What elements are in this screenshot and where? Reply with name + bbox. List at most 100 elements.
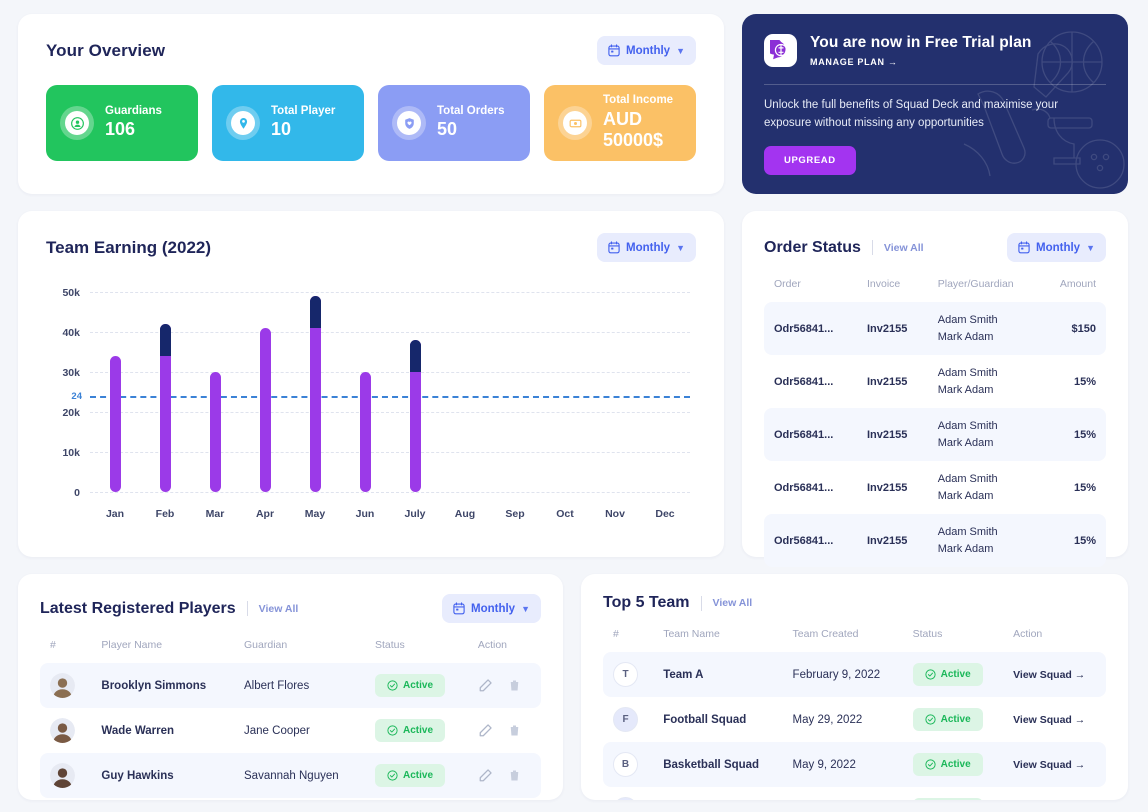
trash-icon[interactable] [507, 678, 522, 693]
table-row[interactable]: Active View Squad → [603, 787, 1106, 800]
bottom-row: Latest Registered Players View All Month… [18, 574, 1130, 800]
action-cell: View Squad → [1003, 787, 1106, 800]
chart-bar-segment-extra [409, 340, 421, 372]
chart-bar[interactable] [259, 328, 271, 492]
table-row[interactable]: Guy Hawkins Savannah Nguyen Active [40, 753, 541, 798]
invoice-cell: Inv2155 [866, 481, 908, 494]
order-status-view-all-link[interactable]: View All [884, 242, 924, 254]
table-row[interactable]: Odr56841... Inv2155 Adam Smith Mark Adam 15% [764, 408, 1106, 461]
chart-bar[interactable] [159, 324, 171, 492]
overview-period-selector[interactable]: Monthly ▼ [597, 36, 696, 65]
calendar-icon [453, 602, 465, 615]
calendar-icon [1018, 241, 1030, 254]
order-id-cell: Odr56841... [774, 375, 834, 388]
players-table: # Player Name Guardian Status Action Brookly… [40, 623, 541, 800]
chart-bar-column: Jan [90, 292, 140, 520]
trial-heading: You are now in Free Trial plan [810, 34, 1032, 51]
earning-period-selector[interactable]: Monthly ▼ [597, 233, 696, 262]
stat-card-total-orders[interactable]: Total Orders 50 [378, 85, 530, 161]
teams-table: # Team Name Team Created Status Action T Team… [603, 612, 1106, 800]
chart-bar[interactable] [359, 372, 371, 492]
status-label: Active [940, 669, 971, 680]
top-row: Your Overview Monthly ▼ Guardians 106 To… [18, 14, 1130, 194]
dashboard-page: Your Overview Monthly ▼ Guardians 106 To… [0, 0, 1148, 812]
user-circle-icon [60, 106, 94, 140]
table-row[interactable]: Odr56841... Inv2155 Adam Smith Mark Adam $15… [764, 302, 1106, 355]
earning-header: Team Earning (2022) Monthly ▼ [46, 233, 696, 262]
table-row[interactable]: B Basketball Squad May 9, 2022 Active View S… [603, 742, 1106, 787]
table-row[interactable]: Brooklyn Simmons Albert Flores Active [40, 663, 541, 708]
avatar-cell [40, 708, 91, 753]
trash-icon[interactable] [507, 723, 522, 738]
chart-bar[interactable] [109, 356, 121, 492]
table-row[interactable]: Wade Warren Jane Cooper Active [40, 708, 541, 753]
cash-icon [558, 106, 592, 140]
players-table-body: Brooklyn Simmons Albert Flores Active Wade … [40, 663, 541, 800]
action-cell [467, 753, 541, 798]
x-axis-tick-label: Feb [155, 508, 175, 520]
y-axis-tick-label: 0 [74, 487, 80, 499]
order-status-title: Order Status [764, 238, 861, 256]
player-name-cell: Brooklyn Simmons [91, 663, 235, 708]
stat-label: Total Orders [437, 105, 505, 118]
view-squad-link[interactable]: View Squad → [1013, 759, 1085, 771]
y-axis-tick-label: 50k [62, 287, 80, 299]
page-title: Your Overview [46, 40, 166, 60]
status-badge: Active [375, 764, 446, 787]
chart-bar-segment-extra [309, 296, 321, 328]
y-axis-tick-label: 40k [62, 327, 80, 339]
view-squad-link[interactable]: View Squad → [1013, 669, 1085, 681]
earning-title: Team Earning (2022) [46, 237, 212, 257]
divider [871, 240, 873, 255]
players-period-selector[interactable]: Monthly ▼ [442, 594, 541, 623]
order-id-cell: Odr56841... [764, 408, 857, 461]
order-status-period-selector[interactable]: Monthly ▼ [1007, 233, 1106, 262]
check-circle-icon [387, 725, 398, 736]
table-row[interactable]: F Football Squad May 29, 2022 Active View Sq… [603, 697, 1106, 742]
chart-bar[interactable] [409, 340, 421, 492]
chart-bar-column: Nov [590, 292, 640, 520]
stat-card-total-player[interactable]: Total Player 10 [212, 85, 364, 161]
stat-label: Guardians [105, 105, 162, 118]
view-squad-link[interactable]: View Squad → [1013, 714, 1085, 726]
table-header-row: # Team Name Team Created Status Action [603, 612, 1106, 652]
check-circle-icon [387, 680, 398, 691]
column-header: Action [477, 639, 508, 651]
teams-title: Top 5 Team [603, 594, 690, 611]
players-title: Latest Registered Players [40, 599, 236, 617]
chart-bar[interactable] [309, 296, 321, 492]
table-row[interactable]: Active [40, 798, 541, 800]
stat-card-total-income[interactable]: Total Income AUD 50000$ [544, 85, 696, 161]
chart-bar-column: Aug [440, 292, 490, 520]
pencil-icon[interactable] [478, 678, 493, 693]
upgrade-button[interactable]: UPGREAD [764, 145, 856, 175]
pencil-icon[interactable] [478, 768, 493, 783]
trash-icon[interactable] [507, 768, 522, 783]
manage-plan-link[interactable]: MANAGE PLAN → [810, 57, 898, 67]
stat-card-guardians[interactable]: Guardians 106 [46, 85, 198, 161]
column-header: Team Name [663, 628, 720, 640]
pencil-icon[interactable] [478, 723, 493, 738]
order-status-card: Order Status View All Monthly ▼ Order In… [742, 211, 1128, 567]
table-row[interactable]: Odr56841... Inv2155 Adam Smith Mark Adam 15% [764, 355, 1106, 408]
status-badge: Active [375, 719, 446, 742]
avatar-cell [40, 798, 91, 800]
chart-bar-column: May [290, 292, 340, 520]
x-axis-tick-label: Sep [505, 508, 525, 520]
table-row[interactable]: T Team A February 9, 2022 Active View Squad … [603, 652, 1106, 697]
column-header: Guardian [244, 639, 288, 651]
order-id-cell: Odr56841... [764, 302, 857, 355]
teams-view-all-link[interactable]: View All [713, 597, 753, 609]
avatar [50, 718, 75, 743]
table-row[interactable]: Odr56841... Inv2155 Adam Smith Mark Adam 15% [764, 514, 1106, 567]
arrow-right-icon: → [887, 57, 898, 67]
column-header: Status [375, 639, 405, 651]
amount-cell: 15% [1040, 408, 1106, 461]
chart-bar[interactable] [209, 372, 221, 492]
player-name: Adam Smith [937, 526, 998, 538]
chart-bar-column: Apr [240, 292, 290, 520]
table-row[interactable]: Odr56841... Inv2155 Adam Smith Mark Adam 15% [764, 461, 1106, 514]
column-header: Player/Guardian [937, 278, 1014, 290]
players-view-all-link[interactable]: View All [259, 603, 299, 615]
middle-row: Team Earning (2022) Monthly ▼ 0 10k 20k 30k… [18, 211, 1130, 567]
